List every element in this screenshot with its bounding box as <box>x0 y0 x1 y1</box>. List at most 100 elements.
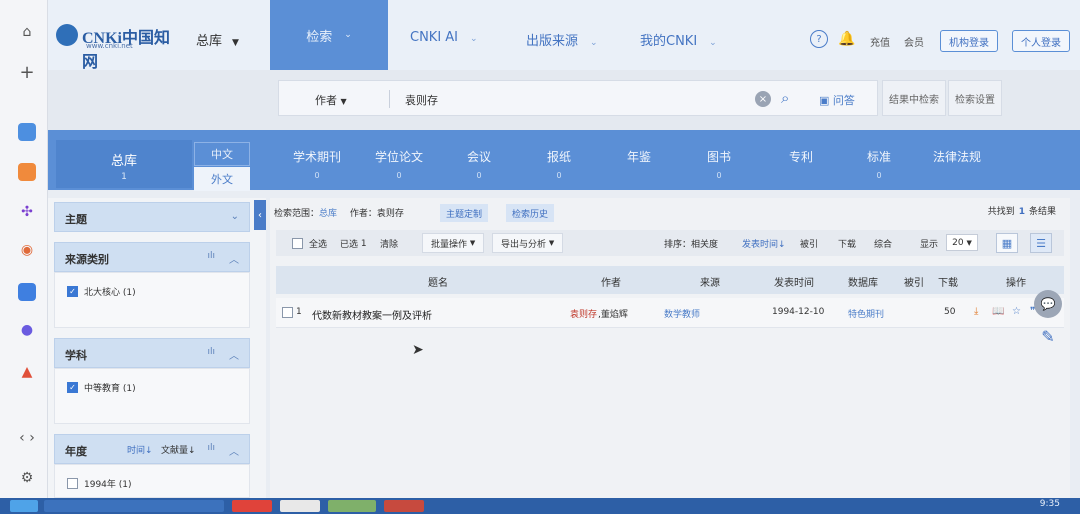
bar-chart-icon[interactable]: ılı <box>207 347 215 357</box>
tab-all-databases[interactable]: 总库 1 <box>56 140 192 188</box>
checkbox-icon[interactable] <box>292 238 303 249</box>
nav-search-tab[interactable]: 检索 ⌄ <box>270 0 388 70</box>
taskbar-app[interactable] <box>280 500 320 512</box>
filter-option[interactable]: 1994年 (1) <box>67 477 132 490</box>
chevron-left-right-icon[interactable]: ‹ › <box>17 428 37 448</box>
tab-books[interactable]: 图书 0 <box>684 148 754 180</box>
chat-app-icon[interactable]: ● <box>17 320 37 340</box>
pen-icon[interactable]: ✎ <box>1034 322 1062 350</box>
app-icon-orange[interactable] <box>17 162 37 182</box>
org-login-button[interactable]: 机构登录 <box>940 30 998 52</box>
ask-button[interactable]: ▣ 问答 <box>819 92 855 108</box>
filter-subject-header[interactable]: 学科 ılı ︿ <box>54 338 250 368</box>
author-link[interactable]: ,董焰辉 <box>598 307 628 320</box>
tab-theses[interactable]: 学位论文 0 <box>364 148 434 180</box>
sort-relevance[interactable]: 排序：相关度 <box>664 237 718 250</box>
collapse-sidebar-button[interactable]: ‹ <box>254 200 266 230</box>
scope-value[interactable]: 总库 <box>319 209 337 219</box>
recharge-link[interactable]: 充值 <box>870 34 890 49</box>
read-book-icon[interactable]: 📖 <box>992 306 1004 317</box>
sort-by-date[interactable]: 发表时间↓ <box>742 237 786 250</box>
author-link[interactable]: 袁则存 <box>570 307 597 320</box>
select-all-checkbox[interactable]: 全选 <box>292 237 327 250</box>
chevron-up-icon[interactable]: ︿ <box>229 347 239 362</box>
download-icon[interactable]: ⤓ <box>974 306 978 317</box>
tab-newspapers[interactable]: 报纸 0 <box>524 148 594 180</box>
search-input[interactable]: 袁则存 <box>405 92 438 108</box>
bar-chart-icon[interactable]: ılı <box>207 251 215 261</box>
network-icon[interactable]: ✣ <box>17 202 37 222</box>
settings-gear-icon[interactable]: ⚙ <box>17 468 37 488</box>
list-view-icon[interactable]: ☰ <box>1030 233 1052 253</box>
checkbox-icon[interactable] <box>282 307 293 318</box>
app-icon-blue[interactable] <box>17 122 37 142</box>
search-box[interactable]: 作者 ▼ 袁则存 × ⌕ ▣ 问答 <box>278 80 878 116</box>
export-analysis-button[interactable]: 导出与分析 ▼ <box>492 233 564 253</box>
tab-journals[interactable]: 学术期刊 0 <box>282 148 352 180</box>
col-cited: 被引 <box>904 278 924 289</box>
start-button[interactable] <box>10 500 38 512</box>
search-history-button[interactable]: 检索历史 <box>506 204 555 222</box>
taskbar-app[interactable] <box>328 500 376 512</box>
tab-standards[interactable]: 标准 0 <box>844 148 914 180</box>
result-title-link[interactable]: 代数新教材教案一例及评析 <box>312 307 432 322</box>
taskbar-window[interactable] <box>44 500 224 512</box>
lang-foreign-tab[interactable]: 外文 <box>194 167 250 191</box>
nav-publication-source[interactable]: 出版来源 ⌄ <box>526 30 598 49</box>
cnki-logo-mark <box>56 24 78 46</box>
sort-by-cited[interactable]: 被引 <box>800 237 818 250</box>
tab-conferences[interactable]: 会议 0 <box>444 148 514 180</box>
page-size-select[interactable]: 20 ▼ <box>946 234 978 251</box>
favorite-icon[interactable]: ☆ <box>1012 306 1021 317</box>
bell-icon[interactable]: 🔔 <box>838 30 856 48</box>
year-sort-count[interactable]: 文献量↓ <box>161 443 196 456</box>
ai-app-icon[interactable] <box>17 282 37 302</box>
help-icon[interactable]: ? <box>810 30 828 48</box>
cnki-logo[interactable]: CNKi中国知网 www.cnki.net <box>56 20 176 71</box>
author-criteria: 作者：袁则存 <box>349 209 404 219</box>
page-size-value: 20 <box>952 237 964 248</box>
os-taskbar: 9:35 <box>0 498 1080 514</box>
search-within-results-button[interactable]: 结果中检索 <box>882 80 946 116</box>
checkbox-checked-icon[interactable]: ✓ <box>67 382 78 393</box>
topic-custom-button[interactable]: 主题定制 <box>440 204 489 222</box>
sort-by-downloads[interactable]: 下载 <box>838 237 856 250</box>
taskbar-app[interactable] <box>232 500 272 512</box>
tab-patents[interactable]: 专利 <box>766 148 836 171</box>
nav-cnki-ai[interactable]: CNKI AI ⌄ <box>410 30 478 45</box>
game-app-icon[interactable]: ▲ <box>17 362 37 382</box>
taskbar-app[interactable] <box>384 500 424 512</box>
member-link[interactable]: 会员 <box>904 34 924 49</box>
filter-option[interactable]: ✓ 北大核心 (1) <box>67 285 136 298</box>
filter-year-header[interactable]: 年度 时间↓ 文献量↓ ılı ︿ <box>54 434 250 464</box>
tab-laws[interactable]: 法律法规 <box>922 148 992 171</box>
year-sort-time[interactable]: 时间↓ <box>127 443 153 456</box>
search-settings-button[interactable]: 检索设置 <box>948 80 1002 116</box>
filter-source-header[interactable]: 来源类别 ılı ︿ <box>54 242 250 272</box>
checkbox-icon[interactable] <box>67 478 78 489</box>
source-link[interactable]: 数学教师 <box>664 307 700 320</box>
sort-comprehensive[interactable]: 综合 <box>874 237 892 250</box>
bar-chart-icon[interactable]: ılı <box>207 443 215 453</box>
home-icon[interactable]: ⌂ <box>17 22 37 42</box>
scope-dropdown[interactable]: 总库 ▼ <box>196 30 239 49</box>
chevron-up-icon[interactable]: ︿ <box>229 251 239 266</box>
ai-badge-icon[interactable]: ◉ <box>17 240 37 260</box>
clear-icon[interactable]: × <box>755 91 771 107</box>
tab-yearbooks[interactable]: 年鉴 <box>604 148 674 171</box>
grid-view-icon[interactable]: ▦ <box>996 233 1018 253</box>
search-field-dropdown[interactable]: 作者 ▼ <box>315 92 347 108</box>
nav-my-cnki[interactable]: 我的CNKI ⌄ <box>640 30 717 49</box>
search-icon[interactable]: ⌕ <box>781 89 789 107</box>
checkbox-checked-icon[interactable]: ✓ <box>67 286 78 297</box>
batch-operation-button[interactable]: 批量操作 ▼ <box>422 233 485 253</box>
chat-bubble-icon[interactable]: 💬 <box>1034 290 1062 318</box>
plus-icon[interactable]: + <box>17 62 37 83</box>
filter-option[interactable]: ✓ 中等教育 (1) <box>67 381 136 394</box>
filter-topic-header[interactable]: 主题 ⌄ <box>54 202 250 232</box>
chevron-up-icon[interactable]: ︿ <box>229 443 239 458</box>
taskbar-clock: 9:35 <box>1039 499 1060 509</box>
clear-selection-link[interactable]: 清除 <box>380 237 398 250</box>
lang-chinese-tab[interactable]: 中文 <box>194 142 250 166</box>
personal-login-button[interactable]: 个人登录 <box>1012 30 1070 52</box>
